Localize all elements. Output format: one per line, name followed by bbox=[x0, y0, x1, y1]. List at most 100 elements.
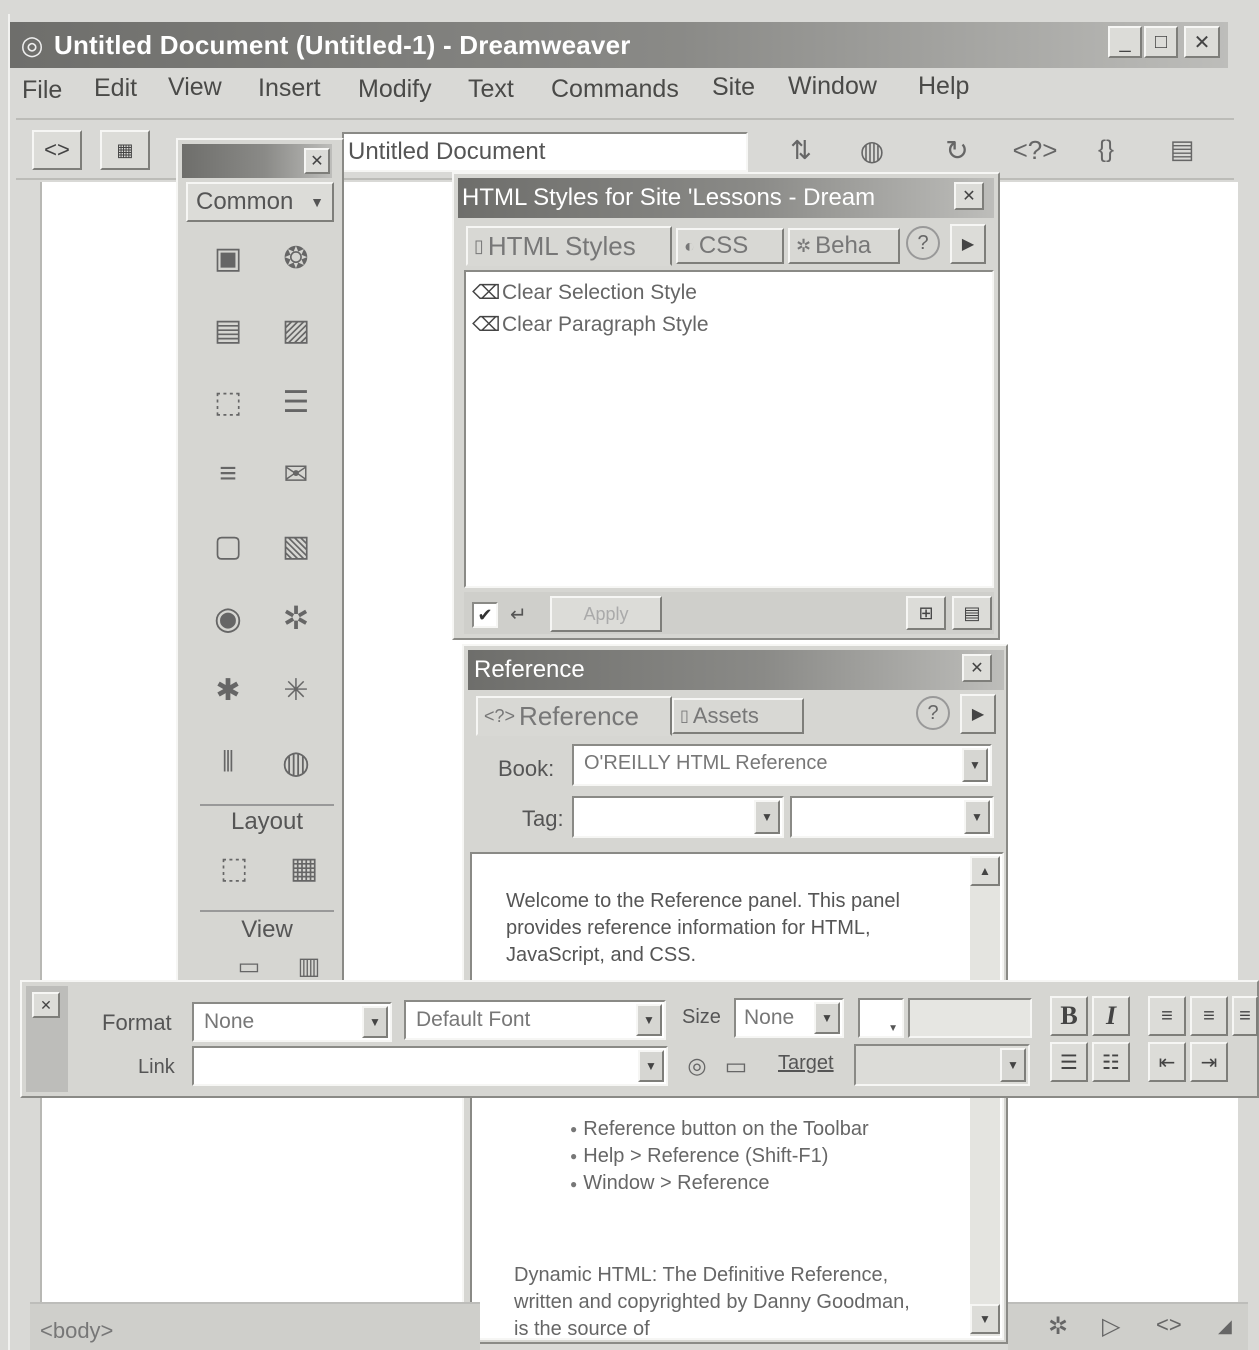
insert-flash-button-button[interactable]: ✱ bbox=[202, 664, 254, 716]
indent-button[interactable]: ⇥ bbox=[1190, 1042, 1228, 1082]
target-dropdown-arrow[interactable]: ▼ bbox=[1000, 1048, 1026, 1082]
size-dropdown-arrow[interactable]: ▼ bbox=[814, 1002, 840, 1034]
size-select[interactable]: None ▼ bbox=[734, 998, 844, 1038]
list-item[interactable]: ⌫ Clear Selection Style bbox=[472, 280, 697, 305]
menu-insert[interactable]: Insert bbox=[258, 74, 321, 103]
insert-table-button[interactable]: ▤ bbox=[202, 304, 254, 356]
insert-flash-button[interactable]: ◉ bbox=[202, 592, 254, 644]
tab-behaviors[interactable]: ✲ Beha bbox=[788, 228, 900, 264]
insert-layer-button[interactable]: ⬚ bbox=[202, 376, 254, 428]
bold-button[interactable]: B bbox=[1050, 996, 1088, 1036]
split-view-button[interactable]: ▦ bbox=[100, 130, 150, 170]
tab-html-styles[interactable]: ▯ HTML Styles bbox=[466, 226, 672, 266]
ordered-list-button[interactable]: ☷ bbox=[1092, 1042, 1130, 1082]
menu-file[interactable]: File bbox=[22, 76, 62, 105]
insert-applet-button[interactable]: ◍ bbox=[270, 736, 322, 788]
insert-date-button[interactable]: ▢ bbox=[202, 520, 254, 572]
menu-modify[interactable]: Modify bbox=[358, 75, 432, 104]
tag-select[interactable]: ▼ bbox=[572, 796, 784, 838]
property-inspector-close-button[interactable]: ✕ bbox=[32, 992, 60, 1018]
font-select[interactable]: Default Font ▼ bbox=[404, 1000, 666, 1040]
menu-window[interactable]: Window bbox=[788, 72, 877, 101]
behaviors-launcher-icon[interactable]: ▷ bbox=[1102, 1312, 1120, 1341]
text-color-swatch[interactable]: ▼ bbox=[858, 998, 904, 1038]
site-launcher-icon[interactable]: ✲ bbox=[1048, 1312, 1068, 1341]
reference-button[interactable]: <?> bbox=[1000, 130, 1070, 170]
list-item[interactable]: ⌫ Clear Paragraph Style bbox=[472, 312, 709, 337]
minimize-button[interactable]: _ bbox=[1108, 26, 1142, 58]
nav-options-button[interactable]: {} bbox=[1086, 130, 1126, 170]
objects-category-dropdown[interactable]: Common ▼ bbox=[186, 182, 334, 222]
document-title-input[interactable]: Untitled Document bbox=[342, 132, 748, 172]
align-center-button[interactable]: ≡ bbox=[1190, 996, 1228, 1036]
unordered-list-button[interactable]: ☰ bbox=[1050, 1042, 1088, 1082]
book-dropdown-arrow[interactable]: ▼ bbox=[962, 748, 988, 782]
view-options-button[interactable]: ▤ bbox=[1150, 128, 1214, 170]
insert-hr-button[interactable]: ≡ bbox=[202, 448, 254, 500]
tag-dropdown-arrow[interactable]: ▼ bbox=[754, 800, 780, 834]
file-management-button[interactable]: ⇅ bbox=[772, 130, 830, 170]
point-to-file-button[interactable]: ◎ bbox=[680, 1048, 714, 1084]
insert-email-link-button[interactable]: ✉ bbox=[270, 448, 322, 500]
apply-button[interactable]: Apply bbox=[550, 596, 662, 632]
insert-generator-button[interactable]: ⦀ bbox=[202, 736, 254, 788]
menu-site[interactable]: Site bbox=[712, 73, 755, 102]
attribute-dropdown-arrow[interactable]: ▼ bbox=[964, 800, 990, 834]
scroll-up-button[interactable]: ▲ bbox=[970, 856, 1000, 886]
menu-help[interactable]: Help bbox=[918, 72, 969, 101]
reference-titlebar[interactable]: Reference bbox=[468, 650, 1004, 690]
html-styles-help-button[interactable]: ? bbox=[906, 226, 940, 260]
menu-commands[interactable]: Commands bbox=[551, 75, 679, 104]
html-styles-titlebar[interactable]: HTML Styles for Site 'Lessons - Dream bbox=[458, 178, 994, 218]
apply-on-click-checkbox[interactable]: ✔ bbox=[472, 602, 498, 628]
preview-button[interactable]: ◍ bbox=[842, 130, 902, 170]
reference-help-button[interactable]: ? bbox=[916, 696, 950, 730]
close-button[interactable]: ✕ bbox=[1184, 26, 1220, 58]
draw-layout-table-button[interactable]: ▦ bbox=[278, 842, 330, 894]
text-color-input[interactable] bbox=[908, 998, 1032, 1038]
font-dropdown-arrow[interactable]: ▼ bbox=[636, 1004, 662, 1036]
insert-tabular-data-button[interactable]: ▨ bbox=[270, 304, 322, 356]
insert-rollover-button[interactable]: ❂ bbox=[270, 232, 322, 284]
resize-grip-icon[interactable]: ◢ bbox=[1218, 1316, 1232, 1337]
layout-view-button[interactable]: ▥ bbox=[286, 948, 332, 984]
tab-assets[interactable]: ▯ Assets bbox=[672, 698, 804, 734]
align-left-button[interactable]: ≡ bbox=[1148, 996, 1186, 1036]
reference-close-button[interactable]: ✕ bbox=[962, 654, 992, 682]
browse-folder-button[interactable]: ▭ bbox=[716, 1048, 756, 1084]
reference-options-button[interactable]: ▶ bbox=[960, 694, 996, 734]
window-titlebar[interactable]: ◎ Untitled Document (Untitled-1) - Dream… bbox=[10, 22, 1228, 68]
link-input[interactable]: ▼ bbox=[192, 1046, 668, 1086]
insert-fireworks-html-button[interactable]: ▧ bbox=[270, 520, 322, 572]
tab-css[interactable]: ◐ CSS bbox=[676, 228, 784, 264]
menu-edit[interactable]: Edit bbox=[94, 74, 137, 103]
refresh-button[interactable]: ↻ bbox=[932, 130, 982, 170]
insert-navbar-button[interactable]: ☰ bbox=[270, 376, 322, 428]
tab-reference[interactable]: <?> Reference bbox=[476, 696, 672, 736]
insert-image-button[interactable]: ▣ bbox=[202, 232, 254, 284]
tag-selector[interactable]: <body> bbox=[40, 1318, 113, 1344]
format-select[interactable]: None ▼ bbox=[192, 1002, 392, 1042]
delete-style-button[interactable]: ▤ bbox=[952, 596, 992, 630]
html-styles-options-button[interactable]: ▶ bbox=[950, 224, 986, 264]
link-dropdown-arrow[interactable]: ▼ bbox=[638, 1050, 664, 1082]
insert-flash-text-button[interactable]: ✳ bbox=[270, 664, 322, 716]
standard-view-button[interactable]: ▭ bbox=[226, 948, 272, 984]
menu-text[interactable]: Text bbox=[468, 75, 514, 104]
italic-button[interactable]: I bbox=[1092, 996, 1130, 1036]
maximize-button[interactable]: □ bbox=[1144, 26, 1178, 58]
align-right-button[interactable]: ≡ bbox=[1232, 996, 1258, 1036]
objects-panel-close-button[interactable]: ✕ bbox=[304, 148, 330, 174]
outdent-button[interactable]: ⇤ bbox=[1148, 1042, 1186, 1082]
draw-layout-cell-button[interactable]: ⬚ bbox=[208, 842, 260, 894]
menu-view[interactable]: View bbox=[168, 73, 222, 102]
book-select[interactable]: O'REILLY HTML Reference ▼ bbox=[572, 744, 992, 786]
code-view-button[interactable]: <> bbox=[32, 130, 82, 170]
html-styles-close-button[interactable]: ✕ bbox=[954, 182, 984, 210]
target-select[interactable]: ▼ bbox=[854, 1044, 1030, 1086]
attribute-select[interactable]: ▼ bbox=[790, 796, 994, 838]
scroll-down-button[interactable]: ▼ bbox=[970, 1304, 1000, 1334]
new-style-button[interactable]: ⊞ bbox=[906, 596, 946, 630]
code-inspector-launcher-icon[interactable]: <> bbox=[1156, 1312, 1182, 1338]
insert-shockwave-button[interactable]: ✲ bbox=[270, 592, 322, 644]
